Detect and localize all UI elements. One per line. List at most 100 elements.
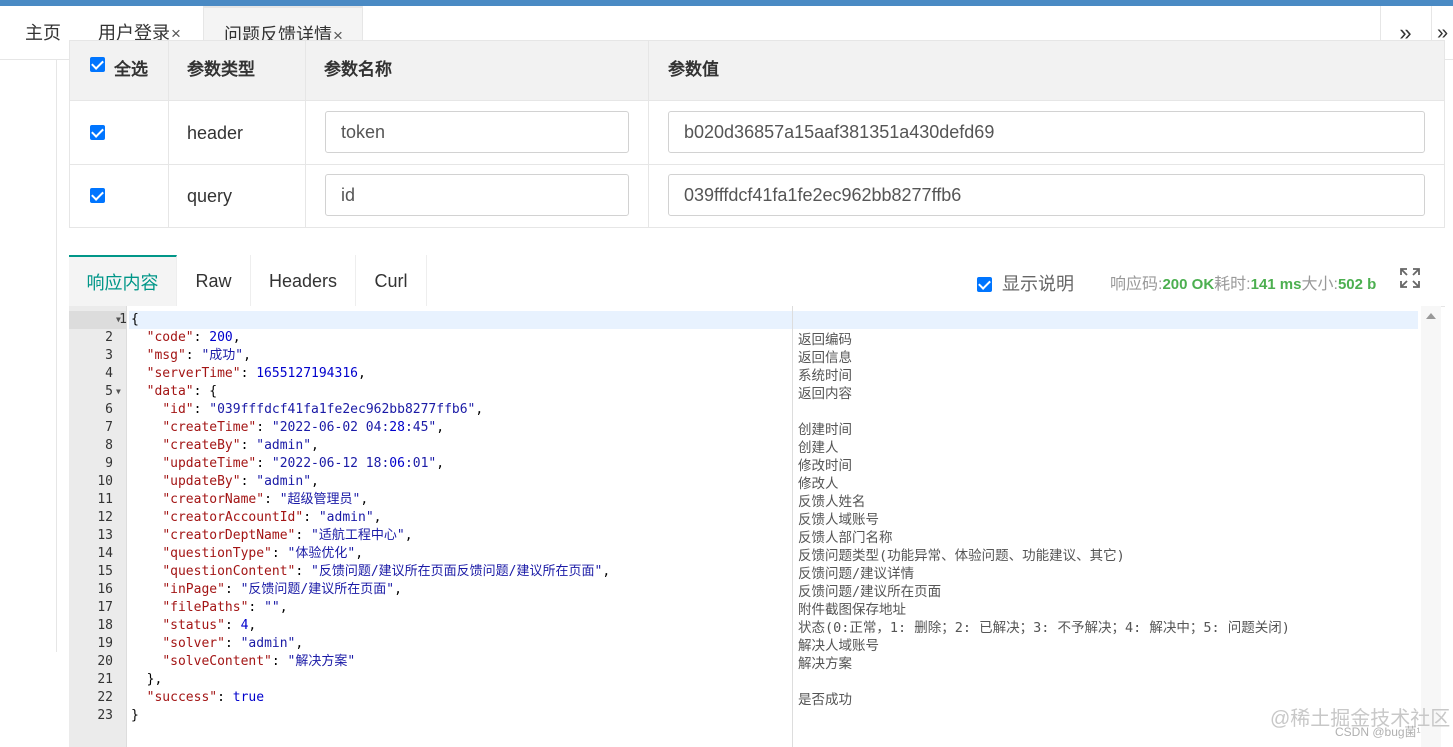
line-number: 3 [105, 348, 113, 363]
line-number: 12 [97, 510, 113, 525]
code-line: "filePaths": "", [162, 600, 288, 615]
line-number: 15 [97, 564, 113, 579]
row-type-cell: header [169, 101, 306, 164]
show-description-label: 显示说明 [1002, 274, 1074, 294]
show-description-checkbox[interactable] [977, 277, 992, 292]
table-row: query id 039fffdcf41fa1fe2ec962bb8277ffb… [69, 165, 1445, 228]
fullscreen-icon[interactable] [1399, 267, 1421, 289]
tab-response-content[interactable]: 响应内容 [69, 255, 177, 307]
code-line: }, [131, 672, 163, 687]
line-number: 9 [105, 456, 113, 471]
field-description: 解决方案 [798, 656, 852, 672]
line-number: 6 [105, 402, 113, 417]
line-number: 21 [97, 672, 113, 687]
code-line: "serverTime": 1655127194316, [146, 366, 366, 381]
field-description: 创建人 [798, 440, 839, 456]
field-description: 反馈问题/建议详情 [798, 566, 915, 582]
show-description-toggle[interactable]: 显示说明 [977, 270, 1074, 296]
tab-headers[interactable]: Headers [251, 255, 356, 307]
field-description: 返回内容 [798, 386, 852, 402]
watermark-csdn: CSDN @bug菌¹ [1335, 725, 1421, 739]
field-description: 状态(0:正常，1: 删除；2: 已解决；3: 不予解决；4: 解决中；5: 问… [798, 620, 1290, 636]
response-code-editor[interactable]: 1 ▼ 2 3 4 5 ▼ 6 7 8 9 10 11 12 13 14 15 16 17 18 19 20 21 22 23 … [69, 306, 1441, 747]
row-value-cell: 039fffdcf41fa1fe2ec962bb8277ffb6 [649, 165, 1445, 227]
field-description: 反馈人部门名称 [798, 530, 893, 546]
field-description: 反馈人域账号 [798, 512, 879, 528]
line-number: 5 [105, 384, 113, 399]
row-checkbox[interactable] [90, 188, 105, 203]
code-line: } [131, 708, 139, 723]
tab-raw[interactable]: Raw [177, 255, 251, 307]
line-number: 8 [105, 438, 113, 453]
line-number: 19 [97, 636, 113, 651]
code-line: "updateTime": "2022-06-12 18:06:01", [162, 456, 445, 471]
param-value-input[interactable]: b020d36857a15aaf381351a430defd69 [668, 111, 1425, 153]
field-description: 反馈问题类型(功能异常、体验问题、功能建议、其它) [798, 548, 1125, 564]
select-all-checkbox[interactable] [90, 57, 105, 72]
code-line: "inPage": "反馈问题/建议所在页面", [162, 582, 402, 597]
code-line: "status": 4, [162, 618, 257, 633]
field-description: 解决人域账号 [798, 638, 879, 654]
code-line: "id": "039fffdcf41fa1fe2ec962bb8277ffb6"… [162, 402, 484, 417]
row-checkbox[interactable] [90, 125, 105, 140]
field-description: 返回编码 [798, 332, 852, 348]
time-label: 耗时: [1214, 276, 1251, 293]
code-line: "questionType": "体验优化", [162, 546, 364, 561]
fold-toggle-icon[interactable]: ▼ [116, 387, 121, 396]
editor-scrollbar[interactable] [1421, 306, 1441, 747]
header-cell-type: 参数类型 [169, 41, 306, 100]
field-description: 返回信息 [798, 350, 852, 366]
code-line: "solveContent": "解决方案" [162, 654, 356, 669]
line-number: 22 [97, 690, 113, 705]
param-value-header: 参数值 [668, 60, 719, 79]
line-number: 16 [97, 582, 113, 597]
tab-home[interactable]: 主页 [25, 6, 61, 60]
param-type: header [187, 123, 244, 143]
code-line: "solver": "admin", [162, 636, 304, 651]
fold-toggle-icon[interactable]: ▼ [116, 315, 121, 324]
tab-home-label: 主页 [25, 23, 61, 43]
line-number: 14 [97, 546, 113, 561]
header-cell-select: 全选 [69, 41, 169, 100]
status-code-label: 响应码: [1110, 276, 1163, 293]
row-name-cell: id [306, 165, 649, 227]
line-number: 18 [97, 618, 113, 633]
row-name-cell: token [306, 101, 649, 164]
code-line: "createBy": "admin", [162, 438, 319, 453]
code-line: "creatorName": "超级管理员", [162, 492, 369, 507]
param-type: query [187, 186, 233, 206]
code-line: "data": { [146, 384, 218, 399]
code-line: "success": true [146, 690, 265, 705]
scroll-up-icon[interactable] [1426, 313, 1436, 319]
table-row: header token b020d36857a15aaf381351a430d… [69, 101, 1445, 165]
field-description: 修改人 [798, 476, 839, 492]
code-line: "questionContent": "反馈问题/建议所在页面反馈问题/建议所在… [162, 564, 611, 579]
param-name-input[interactable]: token [325, 111, 629, 153]
field-description: 创建时间 [798, 422, 852, 438]
param-name-input[interactable]: id [325, 174, 629, 216]
row-value-cell: b020d36857a15aaf381351a430defd69 [649, 101, 1445, 164]
description-divider [792, 306, 793, 747]
param-name-header: 参数名称 [324, 60, 392, 79]
line-number: 23 [97, 708, 113, 723]
row-select-cell [69, 165, 169, 227]
tab-curl[interactable]: Curl [356, 255, 427, 307]
code-line: "updateBy": "admin", [162, 474, 319, 489]
field-description: 反馈人姓名 [798, 494, 866, 510]
time-value: 141 ms [1250, 276, 1302, 293]
line-number: 4 [105, 366, 113, 381]
line-number: 7 [105, 420, 113, 435]
row-select-cell [69, 101, 169, 164]
params-table-header: 全选 参数类型 参数名称 参数值 [69, 40, 1445, 101]
param-type-header: 参数类型 [187, 60, 255, 79]
field-description: 系统时间 [798, 368, 852, 384]
line-number: 10 [97, 474, 113, 489]
code-line: "code": 200, [146, 330, 241, 345]
code-line: { [129, 311, 1418, 329]
line-number: 20 [97, 654, 113, 669]
line-number: 13 [97, 528, 113, 543]
size-label: 大小: [1301, 276, 1338, 293]
status-code-value: 200 OK [1162, 276, 1215, 293]
code-line: "creatorAccountId": "admin", [162, 510, 382, 525]
param-value-input[interactable]: 039fffdcf41fa1fe2ec962bb8277ffb6 [668, 174, 1425, 216]
